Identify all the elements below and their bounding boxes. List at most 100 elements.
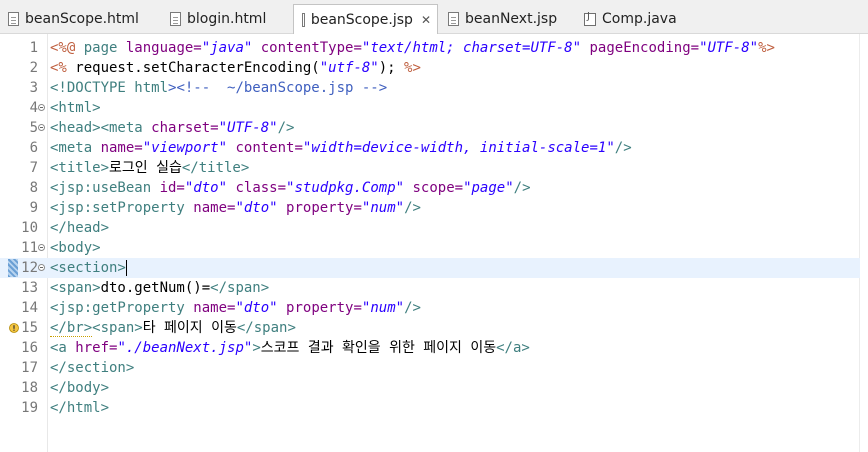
code-text: </body> <box>50 378 109 398</box>
line-number: 19 <box>21 400 38 416</box>
overview-ruler[interactable] <box>859 34 868 452</box>
code-text: <a href="./beanNext.jsp">스코프 결과 확인을 위한 페… <box>50 338 530 358</box>
code-text: <section> <box>50 258 127 278</box>
code-token: <jsp:setProperty <box>50 200 194 216</box>
code-line[interactable]: 6 <meta name="viewport" content="width=de… <box>0 138 860 158</box>
line-number: 11 <box>21 240 38 256</box>
code-line[interactable]: 14 <jsp:getProperty name="dto" property="… <box>0 298 860 318</box>
code-token: "utf-8" <box>319 60 379 76</box>
html-file-icon <box>170 12 181 26</box>
fold-toggle-icon[interactable] <box>38 244 45 251</box>
code-line[interactable]: 2 <% request.setCharacterEncoding("utf-8"… <box>0 58 860 78</box>
tab-beannext-jsp[interactable]: beanNext.jsp <box>440 5 575 33</box>
code-text: <jsp:getProperty name="dto" property="nu… <box>50 298 421 318</box>
code-line[interactable]: 8 <jsp:useBean id="dto" class="studpkg.Co… <box>0 178 860 198</box>
code-line[interactable]: 18 </body> <box>0 378 860 398</box>
code-token: scope= <box>404 180 464 196</box>
code-line[interactable]: 16 <a href="./beanNext.jsp">스코프 결과 확인을 위한… <box>0 338 860 358</box>
fold-toggle-icon[interactable] <box>38 124 45 131</box>
code-token: </br> <box>50 320 93 337</box>
fold-toggle-icon[interactable] <box>38 264 45 271</box>
code-line[interactable]: 10 </head> <box>0 218 860 238</box>
code-token: dto.getNum()= <box>100 280 211 296</box>
code-token: "UTF-8" <box>699 40 759 56</box>
code-line[interactable]: 7 <title>로그인 실습</title> <box>0 158 860 178</box>
code-text: <head><meta charset="UTF-8"/> <box>50 118 294 138</box>
jsp-file-icon <box>448 12 459 26</box>
tab-label: beanScope.jsp <box>310 11 413 28</box>
line-number: 13 <box>21 280 38 296</box>
text-caret <box>125 260 127 276</box>
code-text: <body> <box>50 238 101 258</box>
code-token: 타 페이지 이동 <box>142 320 237 336</box>
code-token: name= <box>193 300 236 316</box>
code-line[interactable]: 17 </section> <box>0 358 860 378</box>
tab-comp-java[interactable]: Comp.java <box>576 5 696 33</box>
code-line[interactable]: 1 <%@ page language="java" contentType="t… <box>0 38 860 58</box>
code-line[interactable]: 9 <jsp:setProperty name="dto" property="n… <box>0 198 860 218</box>
code-token: <section> <box>50 260 126 276</box>
code-token: </title> <box>181 160 250 176</box>
code-token: html <box>134 80 169 96</box>
code-token: <% <box>50 60 67 76</box>
code-token: charset= <box>151 120 219 136</box>
code-token: "UTF-8" <box>218 120 278 136</box>
code-token: "width=device-width, initial-scale=1" <box>302 140 615 156</box>
line-number: 6 <box>29 140 38 156</box>
tab-beanscope-html[interactable]: beanScope.html <box>0 5 158 33</box>
line-number: 17 <box>21 360 38 376</box>
line-number: 9 <box>29 200 38 216</box>
code-token: > <box>252 340 261 356</box>
code-token: <body> <box>50 240 101 256</box>
code-token: /> <box>513 180 531 196</box>
tab-label: Comp.java <box>602 11 677 27</box>
code-token: ><!-- ~/beanScope.jsp --> <box>168 80 388 96</box>
line-number: 3 <box>29 80 38 96</box>
line-number: 7 <box>29 160 38 176</box>
code-token: id= <box>159 180 185 196</box>
code-text: <jsp:useBean id="dto" class="studpkg.Com… <box>50 178 531 198</box>
code-text: </head> <box>50 218 109 238</box>
code-text: <% request.setCharacterEncoding("utf-8")… <box>50 58 421 78</box>
code-token: 스코프 결과 확인을 위한 페이지 이동 <box>260 340 497 356</box>
code-token: </html> <box>50 400 110 416</box>
code-line[interactable]: 11 <body> <box>0 238 860 258</box>
code-token: request.setCharacterEncoding( <box>66 60 320 76</box>
code-token: "num" <box>361 300 405 316</box>
code-token: <span> <box>50 280 101 296</box>
editor-tab-bar: beanScope.html blogin.html beanScope.jsp… <box>0 0 868 34</box>
code-token: "dto" <box>235 200 278 216</box>
code-line[interactable]: 3 <!DOCTYPE html><!-- ~/beanScope.jsp --> <box>0 78 860 98</box>
line-number: 1 <box>29 40 38 56</box>
code-text: <!DOCTYPE html><!-- ~/beanScope.jsp --> <box>50 78 387 98</box>
code-token: <!DOCTYPE <box>50 80 135 96</box>
code-line[interactable]: 19 </html> <box>0 398 860 418</box>
tab-beanscope-jsp[interactable]: beanScope.jsp ✕ <box>293 4 438 34</box>
code-token: </span> <box>236 320 296 336</box>
code-token: </section> <box>50 360 135 376</box>
code-token: <jsp:getProperty <box>50 300 194 316</box>
code-editor[interactable]: 1 <%@ page language="java" contentType="t… <box>0 34 868 452</box>
code-text: </br><span>타 페이지 이동</span> <box>50 318 296 338</box>
code-token: language= <box>125 40 202 56</box>
close-tab-icon[interactable]: ✕ <box>421 13 431 27</box>
code-token: "studpkg.Comp" <box>286 180 405 196</box>
code-token: "text/html; charset=UTF-8" <box>361 40 582 56</box>
code-line[interactable]: 12 <section> <box>0 258 860 278</box>
code-line[interactable]: 13 <span>dto.getNum()=</span> <box>0 278 860 298</box>
code-token: "dto" <box>184 180 228 196</box>
code-line[interactable]: 5 <head><meta charset="UTF-8"/> <box>0 118 860 138</box>
fold-toggle-icon[interactable] <box>38 104 45 111</box>
code-text: </section> <box>50 358 134 378</box>
tab-label: blogin.html <box>187 11 267 27</box>
code-text: <html> <box>50 98 101 118</box>
code-token: "viewport" <box>142 140 228 156</box>
code-text: <jsp:setProperty name="dto" property="nu… <box>50 198 421 218</box>
tab-blogin-html[interactable]: blogin.html <box>162 5 292 33</box>
code-token: </head> <box>50 220 110 236</box>
code-token: %> <box>758 40 775 56</box>
code-line[interactable]: 15 </br><span>타 페이지 이동</span> <box>0 318 860 338</box>
code-text: <%@ page language="java" contentType="te… <box>50 38 775 58</box>
code-line[interactable]: 4 <html> <box>0 98 860 118</box>
code-token: href= <box>75 340 118 356</box>
